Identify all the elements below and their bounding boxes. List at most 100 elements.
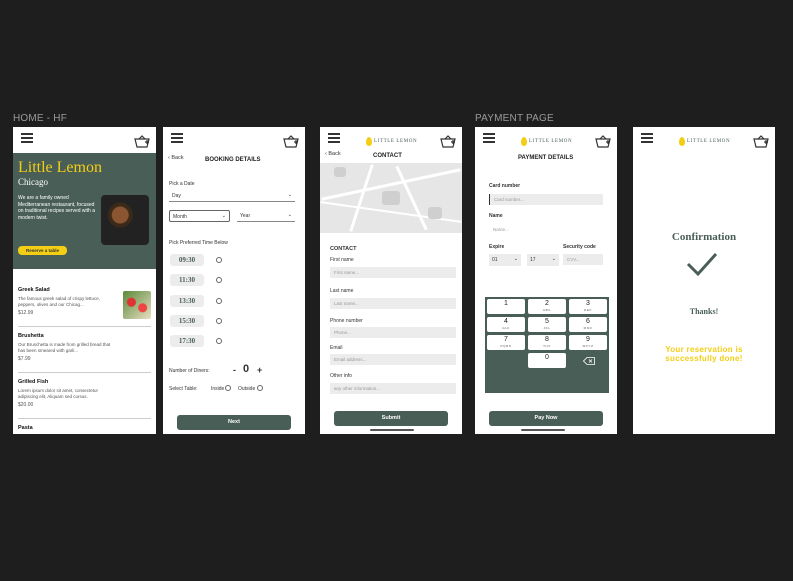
hero-food-image bbox=[101, 195, 149, 245]
outside-label: Outside bbox=[238, 386, 256, 392]
menu-item[interactable]: Greek Salad The famous greek salad of cr… bbox=[18, 287, 151, 327]
year-select[interactable]: Year ⌄ bbox=[237, 210, 295, 222]
menu-item-name: Grilled Fish bbox=[18, 379, 49, 385]
expire-month-select[interactable]: 01 ⌄ bbox=[489, 254, 521, 266]
key-digit: 4 bbox=[504, 318, 508, 325]
hamburger-menu-icon[interactable] bbox=[21, 133, 33, 143]
phone-field[interactable]: Phone... bbox=[330, 327, 456, 338]
confirmation-title: Confirmation bbox=[671, 231, 737, 243]
month-select[interactable]: Month ⌄ bbox=[169, 210, 230, 222]
basket-icon[interactable] bbox=[440, 135, 456, 149]
key-digit: 7 bbox=[504, 336, 508, 343]
numeric-keypad: 1 2 ABC 3 DEF 4 GHI 5 JKL 6 MNO 7 PQRS 8 TUV 9W… bbox=[485, 297, 609, 393]
thanks-text: Thanks! bbox=[689, 307, 719, 316]
email-field[interactable]: Email address... bbox=[330, 354, 456, 365]
time-radio[interactable] bbox=[216, 298, 222, 304]
logo: LITTLE LEMON bbox=[679, 137, 730, 146]
contact-section-title: CONTACT bbox=[330, 246, 357, 252]
basket-icon[interactable] bbox=[753, 135, 769, 149]
time-slot[interactable]: 09:30 bbox=[170, 254, 204, 266]
hamburger-menu-icon[interactable] bbox=[641, 133, 653, 143]
year-select-value: Year bbox=[240, 213, 251, 219]
hamburger-menu-icon[interactable] bbox=[171, 133, 183, 143]
basket-icon[interactable] bbox=[283, 135, 299, 149]
diners-minus-button[interactable]: - bbox=[233, 365, 236, 375]
key-0[interactable]: 0 bbox=[528, 353, 566, 368]
key-2[interactable]: 2 ABC bbox=[528, 299, 566, 314]
time-slot[interactable]: 13:30 bbox=[170, 295, 204, 307]
backspace-icon[interactable] bbox=[583, 357, 595, 365]
submit-button[interactable]: Submit bbox=[334, 411, 448, 426]
lemon-logo-icon bbox=[366, 137, 372, 146]
time-radio[interactable] bbox=[216, 338, 222, 344]
outside-radio[interactable] bbox=[257, 385, 263, 391]
first-name-label: First name bbox=[330, 257, 354, 263]
other-info-field[interactable]: any other information... bbox=[330, 383, 456, 394]
logo: LITTLE LEMON bbox=[366, 137, 417, 146]
card-number-field[interactable]: Card number... bbox=[489, 194, 603, 205]
key-7[interactable]: 7 PQRS bbox=[487, 335, 525, 350]
time-radio[interactable] bbox=[216, 318, 222, 324]
key-digit: 6 bbox=[586, 318, 590, 325]
key-digit: 1 bbox=[504, 300, 508, 307]
day-select-value: Day bbox=[172, 193, 181, 199]
security-code-field[interactable]: CVV... bbox=[563, 254, 603, 265]
time-slot[interactable]: 15:30 bbox=[170, 315, 204, 327]
time-radio[interactable] bbox=[216, 257, 222, 263]
payment-screen: LITTLE LEMON PAYMENT DETAILS Card number… bbox=[475, 127, 617, 434]
back-link[interactable]: ‹ Back bbox=[325, 151, 341, 157]
key-letters: GHI bbox=[502, 326, 510, 330]
name-field[interactable]: Name... bbox=[489, 224, 603, 235]
pick-time-label: Pick Preferred Time Below bbox=[169, 240, 228, 246]
menu-item[interactable]: Grilled Fish Lorem ipsum dolor sit amet,… bbox=[18, 379, 151, 419]
back-label: Back bbox=[328, 151, 341, 157]
diners-count: 0 bbox=[243, 363, 250, 375]
key-3[interactable]: 3 DEF bbox=[569, 299, 607, 314]
next-button[interactable]: Next bbox=[177, 415, 291, 430]
lemon-logo-icon bbox=[679, 137, 685, 146]
key-digit: 0 bbox=[545, 354, 549, 361]
location-map[interactable] bbox=[320, 163, 462, 233]
diners-plus-button[interactable]: + bbox=[257, 365, 262, 375]
hamburger-menu-icon[interactable] bbox=[328, 133, 340, 143]
pay-now-button[interactable]: Pay Now bbox=[489, 411, 603, 426]
basket-icon[interactable] bbox=[595, 135, 611, 149]
reserve-table-button[interactable]: Reserve a table bbox=[18, 246, 67, 255]
key-9[interactable]: 9 WXYZ bbox=[569, 335, 607, 350]
first-name-field[interactable]: First name... bbox=[330, 267, 456, 278]
key-6[interactable]: 6 MNO bbox=[569, 317, 607, 332]
time-slot[interactable]: 17:30 bbox=[170, 335, 204, 347]
key-digit: 5 bbox=[545, 318, 549, 325]
basket-icon[interactable] bbox=[134, 135, 150, 149]
expire-year-select[interactable]: 17 ⌄ bbox=[527, 254, 559, 266]
key-digit: 9 bbox=[586, 336, 590, 343]
menu-item[interactable]: Pasta bbox=[18, 425, 151, 434]
time-radio[interactable] bbox=[216, 277, 222, 283]
inside-radio[interactable] bbox=[225, 385, 231, 391]
table-label: Select Table: bbox=[169, 386, 198, 392]
key-4[interactable]: 4 GHI bbox=[487, 317, 525, 332]
name-label: Name bbox=[489, 213, 503, 219]
key-8[interactable]: 8 TUV bbox=[528, 335, 566, 350]
booking-screen: ‹ Back BOOKING DETAILS Pick a Date Day ⌄ … bbox=[163, 127, 305, 434]
hero-subtitle: Chicago bbox=[18, 177, 48, 187]
key-5[interactable]: 5 JKL bbox=[528, 317, 566, 332]
phone-label: Phone number bbox=[330, 318, 363, 324]
hamburger-menu-icon[interactable] bbox=[483, 133, 495, 143]
key-digit: 8 bbox=[545, 336, 549, 343]
time-slot[interactable]: 11:30 bbox=[170, 274, 204, 286]
last-name-field[interactable]: Last name... bbox=[330, 298, 456, 309]
menu-item-price: $20.00 bbox=[18, 402, 34, 408]
contact-screen: LITTLE LEMON ‹ Back CONTACT CONTACT Firs… bbox=[320, 127, 462, 434]
day-select[interactable]: Day ⌄ bbox=[169, 190, 295, 202]
pick-date-label: Pick a Date bbox=[169, 181, 195, 187]
menu-item[interactable]: Brushetta Our Bruschetta is made from gr… bbox=[18, 333, 151, 373]
key-letters: TUV bbox=[543, 344, 551, 348]
menu-item-name: Brushetta bbox=[18, 333, 44, 339]
back-label: Back bbox=[171, 155, 184, 161]
back-link[interactable]: ‹ Back bbox=[168, 155, 184, 161]
logo-text: LITTLE LEMON bbox=[529, 139, 573, 144]
key-letters: MNO bbox=[583, 326, 593, 330]
key-1[interactable]: 1 bbox=[487, 299, 525, 314]
hero-banner: Little Lemon Chicago We are a family own… bbox=[13, 153, 156, 269]
